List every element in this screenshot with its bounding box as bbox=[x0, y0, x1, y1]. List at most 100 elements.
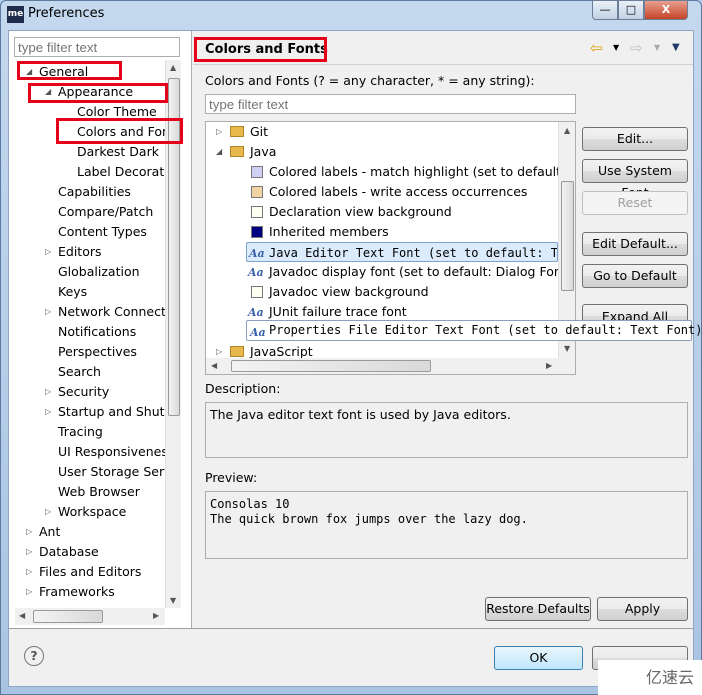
folder-icon bbox=[230, 146, 244, 157]
minimize-button[interactable]: — bbox=[592, 0, 618, 20]
apply-button[interactable]: Apply bbox=[597, 597, 688, 621]
tree-item-label: Keys bbox=[58, 284, 88, 299]
tree-item[interactable]: Javadoc view background bbox=[206, 282, 558, 302]
tree-item-label: Globalization bbox=[58, 264, 140, 279]
scroll-up-icon[interactable]: ▲ bbox=[170, 63, 176, 72]
expand-arrow-icon[interactable]: ▷ bbox=[216, 122, 222, 142]
restore-defaults-button[interactable]: Restore Defaults bbox=[485, 597, 591, 621]
tree-item[interactable]: ▷ Security bbox=[15, 382, 165, 402]
tree-item[interactable]: Web Browser bbox=[15, 482, 165, 502]
tree-item[interactable]: Notifications bbox=[15, 322, 165, 342]
ok-button[interactable]: OK bbox=[494, 646, 583, 670]
tree-item-label: Compare/Patch bbox=[58, 204, 154, 219]
expand-arrow-icon[interactable]: ▷ bbox=[26, 542, 32, 562]
scroll-down-icon[interactable]: ▼ bbox=[170, 596, 176, 605]
colors-filter-input[interactable] bbox=[205, 94, 576, 114]
font-icon: Aa bbox=[250, 326, 266, 339]
tree-item[interactable]: Aa Javadoc display font (set to default: … bbox=[206, 262, 558, 282]
font-icon: Aa bbox=[249, 247, 265, 260]
expand-arrow-icon[interactable]: ▷ bbox=[45, 502, 51, 522]
scroll-right-icon[interactable]: ▶ bbox=[546, 361, 552, 370]
expand-arrow-icon[interactable]: ▷ bbox=[26, 562, 32, 582]
expand-arrow-icon[interactable]: ▷ bbox=[45, 382, 51, 402]
left-hscroll-thumb[interactable] bbox=[33, 610, 103, 623]
tree-item[interactable]: Colored labels - write access occurrence… bbox=[206, 182, 558, 202]
tree-item[interactable]: Label Decorations bbox=[15, 162, 165, 182]
forward-arrow-icon[interactable]: ⇨ bbox=[630, 39, 643, 57]
tree-item[interactable]: UI Responsiveness bbox=[15, 442, 165, 462]
filter-label: Colors and Fonts (? = any character, * =… bbox=[205, 73, 535, 88]
tree-item[interactable]: User Storage Service bbox=[15, 462, 165, 482]
edit-button[interactable]: Edit... bbox=[582, 127, 688, 151]
reset-button[interactable]: Reset bbox=[582, 191, 688, 215]
tree-item[interactable]: Capabilities bbox=[15, 182, 165, 202]
tree-scroll-thumb[interactable] bbox=[561, 181, 574, 291]
scroll-up-icon[interactable]: ▲ bbox=[564, 126, 570, 135]
highlight-page-title bbox=[194, 37, 327, 62]
tooltip-text: Properties File Editor Text Font (set to… bbox=[269, 323, 702, 337]
tree-item[interactable]: ▷ Files and Editors bbox=[15, 562, 165, 582]
collapse-arrow-icon[interactable]: ◢ bbox=[216, 142, 222, 162]
tree-item[interactable]: Globalization bbox=[15, 262, 165, 282]
tree-item[interactable]: Aa Java Editor Text Font (set to default:… bbox=[246, 242, 558, 262]
expand-arrow-icon[interactable]: ▷ bbox=[26, 582, 32, 597]
tree-item[interactable]: Keys bbox=[15, 282, 165, 302]
tree-item-label: Editors bbox=[58, 244, 102, 259]
expand-arrow-icon[interactable]: ▷ bbox=[26, 522, 32, 542]
color-swatch-icon bbox=[251, 286, 263, 298]
tree-item[interactable]: Aa JUnit failure trace font bbox=[206, 302, 558, 322]
color-swatch-icon bbox=[251, 166, 263, 178]
tree-item[interactable]: Content Types bbox=[15, 222, 165, 242]
description-text: The Java editor text font is used by Jav… bbox=[205, 402, 688, 458]
expand-arrow-icon[interactable]: ▷ bbox=[45, 302, 51, 322]
tree-item[interactable]: Darkest Dark bbox=[15, 142, 165, 162]
tree-item-label: Perspectives bbox=[58, 344, 137, 359]
forward-menu-icon[interactable]: ▼ bbox=[654, 43, 660, 52]
expand-arrow-icon[interactable]: ▷ bbox=[45, 402, 51, 422]
use-system-font-button[interactable]: Use System Font bbox=[582, 159, 688, 200]
tree-item-label: Colored labels - write access occurrence… bbox=[269, 184, 528, 199]
left-horizontal-scrollbar[interactable]: ◀ ▶ bbox=[15, 608, 165, 625]
scroll-down-icon[interactable]: ▼ bbox=[564, 344, 570, 353]
help-icon[interactable]: ? bbox=[24, 646, 44, 666]
tree-item[interactable]: Perspectives bbox=[15, 342, 165, 362]
left-filter-input[interactable] bbox=[14, 37, 180, 57]
tree-item[interactable]: ▷ Git bbox=[206, 122, 558, 142]
highlight-general bbox=[17, 61, 122, 80]
tree-item[interactable]: Compare/Patch bbox=[15, 202, 165, 222]
view-menu-icon[interactable]: ▼ bbox=[672, 42, 680, 53]
scroll-left-icon[interactable]: ◀ bbox=[211, 361, 217, 370]
tree-item[interactable]: ▷ Workspace bbox=[15, 502, 165, 522]
expand-arrow-icon[interactable]: ▷ bbox=[45, 242, 51, 262]
scroll-right-icon[interactable]: ▶ bbox=[153, 611, 159, 620]
tree-item[interactable]: Inherited members bbox=[206, 222, 558, 242]
tree-item[interactable]: Tracing bbox=[15, 422, 165, 442]
tree-item[interactable]: ▷ Ant bbox=[15, 522, 165, 542]
tree-item-label: Notifications bbox=[58, 324, 137, 339]
back-menu-icon[interactable]: ▼ bbox=[613, 43, 619, 52]
tree-item[interactable]: ▷ Editors bbox=[15, 242, 165, 262]
tree-horizontal-scrollbar[interactable]: ◀ ▶ bbox=[206, 358, 575, 374]
preview-label: Preview: bbox=[205, 470, 258, 485]
tree-item[interactable]: ▷ Frameworks bbox=[15, 582, 165, 597]
tree-hscroll-thumb[interactable] bbox=[231, 360, 431, 372]
back-arrow-icon[interactable]: ⇦ bbox=[590, 39, 603, 57]
tree-item[interactable]: ▷ Network Connections bbox=[15, 302, 165, 322]
tree-item[interactable]: ◢ Java bbox=[206, 142, 558, 162]
tree-item-label: Darkest Dark bbox=[77, 144, 159, 159]
tree-item[interactable]: ▷ Database bbox=[15, 542, 165, 562]
scroll-left-icon[interactable]: ◀ bbox=[19, 611, 25, 620]
go-to-default-button[interactable]: Go to Default bbox=[582, 264, 688, 288]
tree-item[interactable]: Colored labels - match highlight (set to… bbox=[206, 162, 558, 182]
highlight-colors-and-fonts bbox=[56, 118, 183, 144]
tree-item-label: Security bbox=[58, 384, 110, 399]
preview-line: The quick brown fox jumps over the lazy … bbox=[210, 512, 528, 526]
edit-default-button[interactable]: Edit Default... bbox=[582, 232, 688, 256]
tree-item-label: Search bbox=[58, 364, 101, 379]
tree-item-label: Database bbox=[39, 544, 99, 559]
tree-item[interactable]: Declaration view background bbox=[206, 202, 558, 222]
close-button[interactable]: X bbox=[644, 0, 688, 20]
tree-item[interactable]: Search bbox=[15, 362, 165, 382]
maximize-button[interactable]: □ bbox=[618, 0, 644, 20]
tree-item[interactable]: ▷ Startup and Shutdown bbox=[15, 402, 165, 422]
